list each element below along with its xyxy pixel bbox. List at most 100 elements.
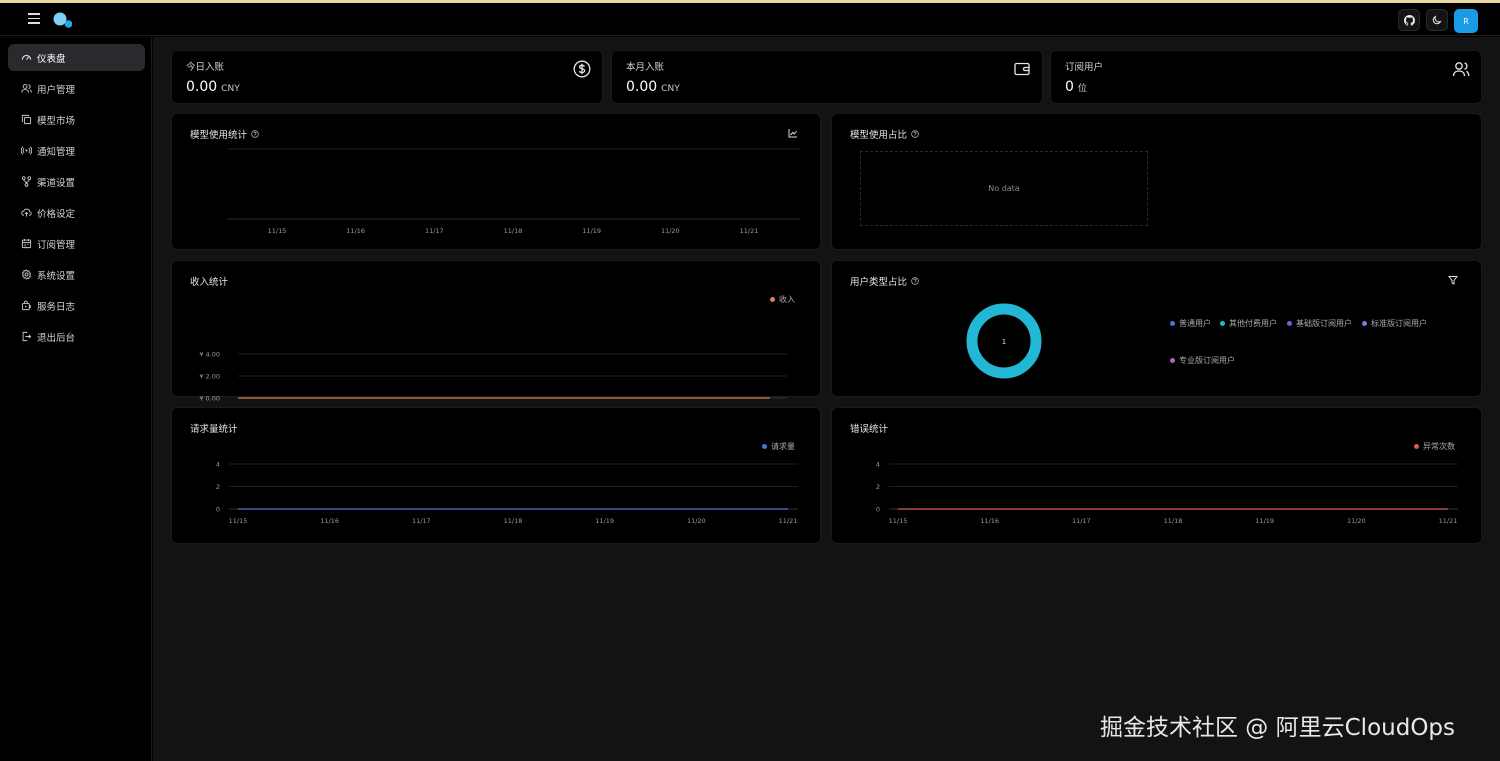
logout-icon xyxy=(22,331,32,342)
stat-label: 订阅用户 xyxy=(1065,62,1104,73)
x-tick-label: 11/16 xyxy=(980,517,999,525)
legend-item[interactable]: 普通用户 xyxy=(1170,318,1211,329)
sidebar-item-logs[interactable]: 服务日志 xyxy=(8,292,145,319)
sidebar-item-label: 订阅管理 xyxy=(37,239,76,251)
legend-label: 其他付费用户 xyxy=(1229,319,1277,328)
stat-card-today-income: 今日入账 0.00 CNY xyxy=(171,50,603,104)
copy-icon xyxy=(21,114,32,125)
card-title: 模型使用占比 xyxy=(850,127,919,141)
y-tick-label: ¥ 0.00 xyxy=(199,395,220,403)
x-tick-label: 11/15 xyxy=(229,517,248,525)
top-bar: R xyxy=(0,3,1500,36)
sidebar-item-channels[interactable]: 渠道设置 xyxy=(8,168,145,195)
stat-value: 0位 xyxy=(1065,79,1087,95)
stat-value: 0.00 CNY xyxy=(186,79,240,95)
x-tick-label: 11/17 xyxy=(425,227,444,235)
avatar-label: R xyxy=(1463,16,1469,26)
legend-item[interactable]: 标准版订阅用户 xyxy=(1362,318,1427,329)
users-icon xyxy=(21,84,32,93)
sidebar-item-model-market[interactable]: 模型市场 xyxy=(8,106,145,133)
sidebar-item-users[interactable]: 用户管理 xyxy=(8,75,145,102)
y-tick-label: 0 xyxy=(876,506,880,514)
y-tick-label: 2 xyxy=(216,483,220,491)
legend-item[interactable]: 基础版订阅用户 xyxy=(1287,318,1352,329)
x-tick-label: 11/15 xyxy=(268,227,287,235)
sidebar-item-pricing[interactable]: 价格设定 xyxy=(8,199,145,226)
sidebar-item-label: 服务日志 xyxy=(37,301,76,313)
requests-card: 请求量统计 请求量 4 2 0 11/15 11/16 11/17 11/18 11/19 11… xyxy=(171,407,821,544)
x-tick-label: 11/15 xyxy=(889,517,908,525)
no-data-text: No data xyxy=(988,184,1020,193)
sidebar-item-dashboard[interactable]: 仪表盘 xyxy=(8,44,145,71)
x-tick-label: 11/17 xyxy=(412,517,431,525)
y-tick-label: ¥ 2.00 xyxy=(199,373,220,381)
sidebar-item-label: 仪表盘 xyxy=(37,53,66,65)
theme-toggle-button[interactable] xyxy=(1426,9,1448,31)
stat-label: 本月入账 xyxy=(626,62,665,73)
sidebar-item-label: 价格设定 xyxy=(37,208,76,220)
stat-label: 今日入账 xyxy=(186,62,225,73)
x-tick-label: 11/20 xyxy=(661,227,680,235)
legend-label: 基础版订阅用户 xyxy=(1296,319,1352,328)
gear-icon xyxy=(21,269,32,280)
sidebar-item-label: 渠道设置 xyxy=(37,177,76,189)
legend-item[interactable]: 其他付费用户 xyxy=(1220,318,1277,329)
stat-card-month-income: 本月入账 0.00 CNY xyxy=(611,50,1043,104)
user-type-donut-chart: 1 xyxy=(966,303,1042,379)
calendar-icon xyxy=(21,239,32,249)
github-icon xyxy=(1403,14,1415,26)
sidebar-item-label: 模型市场 xyxy=(37,115,76,127)
donut-center-label: 1 xyxy=(1002,338,1006,346)
stat-value: 0.00 CNY xyxy=(626,79,680,95)
x-tick-label: 11/21 xyxy=(1439,517,1458,525)
broadcast-icon xyxy=(21,146,32,155)
help-icon[interactable] xyxy=(911,130,919,138)
sidebar-item-label: 通知管理 xyxy=(37,146,76,158)
x-tick-label: 11/18 xyxy=(1164,517,1183,525)
x-tick-label: 11/19 xyxy=(582,227,601,235)
sidebar-item-logout[interactable]: 退出后台 xyxy=(8,323,145,350)
x-tick-label: 11/17 xyxy=(1072,517,1091,525)
watermark: 掘金技术社区 @ 阿里云CloudOps xyxy=(1100,715,1456,741)
wallet-icon xyxy=(1014,62,1030,76)
model-usage-chart: 11/15 11/16 11/17 11/18 11/19 11/20 11/21 xyxy=(227,148,800,235)
branch-icon xyxy=(21,176,32,187)
sidebar-item-notifications[interactable]: 通知管理 xyxy=(8,137,145,164)
user-type-card: 用户类型占比 1 普通用户 其他付费用户 基础版订阅用户 标准版订阅用户 专业版… xyxy=(831,260,1482,397)
cloud-upload-icon xyxy=(21,208,32,217)
y-tick-label: 4 xyxy=(216,461,220,469)
x-tick-label: 11/19 xyxy=(1255,517,1274,525)
legend-label: 专业版订阅用户 xyxy=(1179,356,1235,365)
x-tick-label: 11/21 xyxy=(779,517,798,525)
y-tick-label: 0 xyxy=(216,506,220,514)
x-tick-label: 11/19 xyxy=(595,517,614,525)
legend-label: 普通用户 xyxy=(1179,319,1211,328)
x-tick-label: 11/16 xyxy=(346,227,365,235)
sidebar-item-subscriptions[interactable]: 订阅管理 xyxy=(8,230,145,257)
sidebar: 仪表盘 用户管理 模型市场 通知管理 渠道设置 价格设定 订阅管理 系统设置 服… xyxy=(0,37,152,761)
avatar[interactable]: R xyxy=(1454,9,1478,33)
hamburger-icon[interactable] xyxy=(28,13,40,25)
stat-card-subscribers: 订阅用户 0位 xyxy=(1050,50,1482,104)
dashboard-icon xyxy=(21,54,32,60)
bubbles-logo-icon[interactable] xyxy=(52,10,74,30)
card-title-text: 模型使用占比 xyxy=(850,130,908,141)
users-icon xyxy=(1452,62,1470,77)
errors-chart: 4 2 0 11/15 11/16 11/17 11/18 11/19 11/20 11/21 xyxy=(876,461,1458,525)
moon-icon xyxy=(1432,15,1442,25)
dollar-circle-icon xyxy=(573,60,591,78)
y-tick-label: 2 xyxy=(876,483,880,491)
x-tick-label: 11/20 xyxy=(687,517,706,525)
x-tick-label: 11/16 xyxy=(320,517,339,525)
legend-item[interactable]: 专业版订阅用户 xyxy=(1170,355,1235,366)
sidebar-item-label: 系统设置 xyxy=(37,270,76,282)
sidebar-item-label: 退出后台 xyxy=(37,332,76,344)
model-share-card: 模型使用占比 No data xyxy=(831,113,1482,250)
no-data-placeholder: No data xyxy=(860,151,1148,226)
github-button[interactable] xyxy=(1398,9,1420,31)
main-content: 今日入账 0.00 CNY 本月入账 0.00 CNY 订阅用户 0位 模型使用统计… xyxy=(153,37,1500,761)
sidebar-item-settings[interactable]: 系统设置 xyxy=(8,261,145,288)
x-tick-label: 11/20 xyxy=(1347,517,1366,525)
y-tick-label: 4 xyxy=(876,461,880,469)
x-tick-label: 11/18 xyxy=(504,517,523,525)
